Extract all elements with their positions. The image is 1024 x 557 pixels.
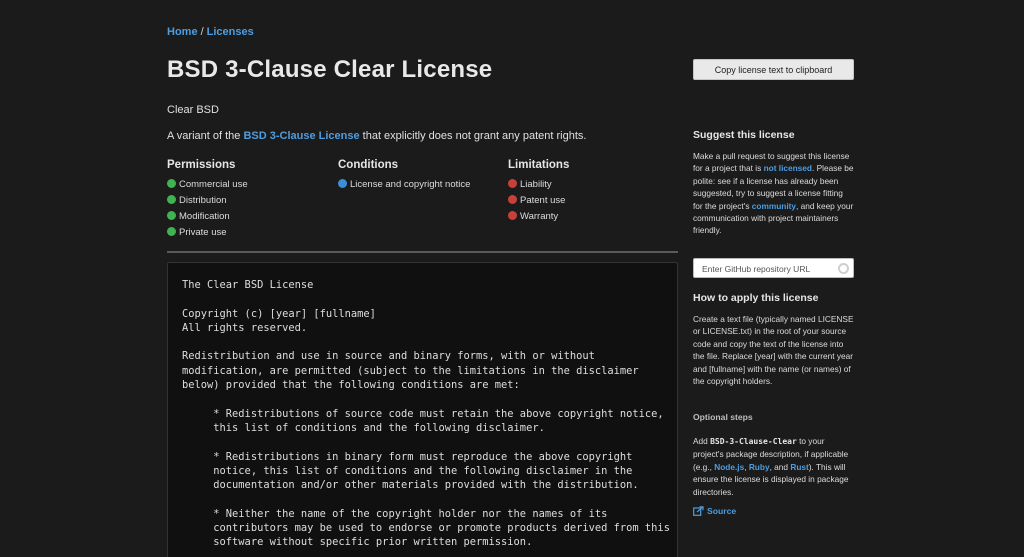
loading-spinner-icon — [838, 263, 849, 274]
conditions-list: License and copyright notice — [338, 177, 508, 193]
rule-item-label: Warranty — [520, 211, 559, 222]
nodejs-link[interactable]: Node.js — [714, 462, 744, 472]
license-description: A variant of the BSD 3-Clause License th… — [167, 130, 586, 142]
limitations-heading: Limitations — [508, 159, 570, 171]
rule-item-label: Patent use — [520, 195, 566, 206]
rule-dot-icon — [167, 211, 176, 220]
rust-link[interactable]: Rust — [790, 462, 808, 472]
page-title: BSD 3-Clause Clear License — [167, 56, 493, 83]
rule-item-label: Modification — [179, 211, 230, 222]
rule-dot-icon — [167, 195, 176, 204]
rule-dot-icon — [338, 179, 347, 188]
source-link[interactable]: Source — [693, 506, 736, 518]
description-suffix: that explicitly does not grant any paten… — [359, 130, 587, 142]
section-divider — [167, 251, 678, 253]
rule-item: Private use — [167, 225, 337, 241]
copy-license-button[interactable]: Copy license text to clipboard — [693, 59, 854, 80]
breadcrumb-home-link[interactable]: Home — [167, 26, 198, 38]
license-text-box[interactable]: The Clear BSD License Copyright (c) [yea… — [167, 262, 678, 557]
rule-item-label: Private use — [179, 227, 227, 238]
source-link-label: Source — [707, 506, 737, 516]
rule-item: Distribution — [167, 193, 337, 209]
rule-dot-icon — [508, 195, 517, 204]
breadcrumb-separator: / — [200, 26, 204, 38]
optional-steps-text: Add BSD-3-Clause-Clear to your project's… — [693, 435, 854, 498]
rule-item-label: License and copyright notice — [350, 179, 471, 190]
permissions-heading: Permissions — [167, 159, 236, 171]
repo-url-field — [693, 258, 854, 278]
community-link[interactable]: community — [752, 201, 796, 211]
apply-text: Create a text file (typically named LICE… — [693, 314, 854, 387]
not-licensed-link[interactable]: not licensed — [764, 163, 812, 173]
suggest-text: Make a pull request to suggest this lice… — [693, 150, 854, 237]
rule-item: Commercial use — [167, 177, 337, 193]
rule-dot-icon — [167, 179, 176, 188]
suggest-heading: Suggest this license — [693, 129, 795, 141]
external-link-icon — [693, 506, 704, 518]
optional-text-part: Add — [693, 436, 711, 446]
breadcrumb-licenses-link[interactable]: Licenses — [207, 26, 254, 38]
spdx-identifier: BSD-3-Clause-Clear — [710, 437, 797, 446]
optional-steps-heading: Optional steps — [693, 412, 753, 422]
conditions-column: Conditions License and copyright notice — [338, 159, 508, 193]
license-rules: Permissions Commercial use Distribution Mo… — [167, 159, 678, 239]
description-prefix: A variant of the — [167, 130, 244, 142]
limitations-column: Limitations Liability Patent use Warranty — [508, 159, 678, 225]
ruby-link[interactable]: Ruby — [749, 462, 770, 472]
rule-dot-icon — [508, 179, 517, 188]
license-text[interactable]: The Clear BSD License Copyright (c) [yea… — [168, 263, 677, 550]
optional-text-part: , and — [769, 461, 791, 472]
rule-item: Patent use — [508, 193, 678, 209]
breadcrumb: Home / Licenses — [167, 26, 254, 38]
limitations-list: Liability Patent use Warranty — [508, 177, 678, 225]
permissions-list: Commercial use Distribution Modification Pr… — [167, 177, 337, 241]
rule-item: License and copyright notice — [338, 177, 508, 193]
rule-item: Modification — [167, 209, 337, 225]
license-nickname: Clear BSD — [167, 104, 219, 116]
rule-item-label: Liability — [520, 179, 552, 190]
conditions-heading: Conditions — [338, 159, 399, 171]
permissions-column: Permissions Commercial use Distribution Mo… — [167, 159, 337, 241]
repo-url-input[interactable] — [694, 260, 853, 278]
rule-item: Warranty — [508, 209, 678, 225]
bsd-3-clause-link[interactable]: BSD 3-Clause License — [243, 130, 359, 142]
rule-dot-icon — [508, 211, 517, 220]
rule-item-label: Commercial use — [179, 179, 248, 190]
apply-heading: How to apply this license — [693, 292, 819, 304]
rule-item: Liability — [508, 177, 678, 193]
rule-item-label: Distribution — [179, 195, 227, 206]
rule-dot-icon — [167, 227, 176, 236]
